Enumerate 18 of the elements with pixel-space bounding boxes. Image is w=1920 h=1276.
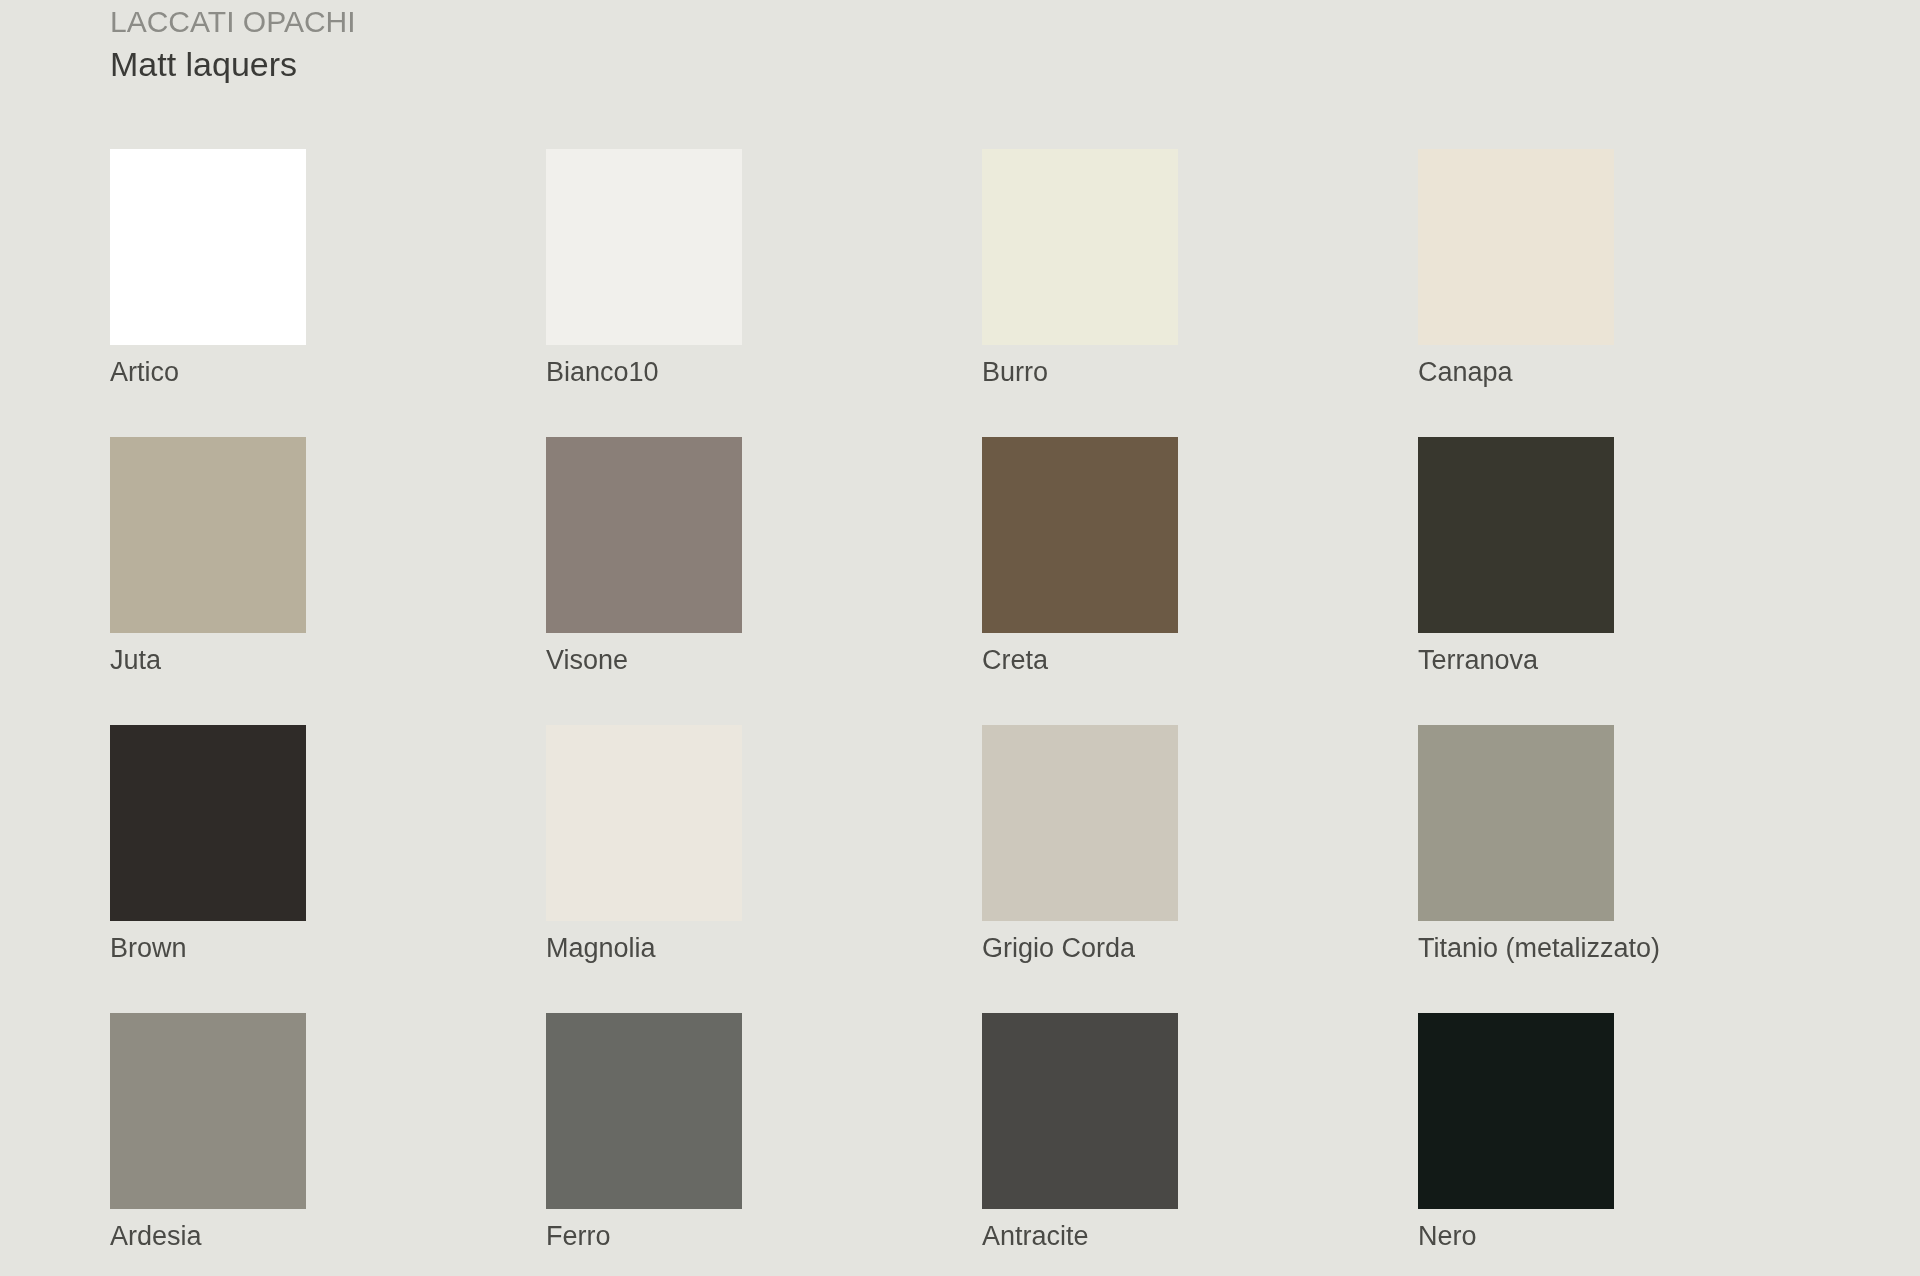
swatch-label: Magnolia <box>546 933 656 963</box>
swatch-label: Terranova <box>1418 645 1539 675</box>
swatch-label: Canapa <box>1418 357 1513 387</box>
swatch-label: Bianco10 <box>546 357 659 387</box>
swatch-label: Creta <box>982 645 1049 675</box>
swatch-label: Ferro <box>546 1221 611 1251</box>
swatch-label: Titanio (metalizzato) <box>1418 933 1661 963</box>
swatch-label: Visone <box>546 645 629 675</box>
swatch-label: Grigio Corda <box>982 933 1136 963</box>
swatch-label: Nero <box>1418 1221 1477 1251</box>
swatch-label: Brown <box>110 933 187 963</box>
swatch-label: Juta <box>110 645 162 675</box>
swatch-label: Antracite <box>982 1221 1089 1251</box>
swatch-label: Burro <box>982 357 1049 387</box>
swatch-label: Ardesia <box>110 1221 202 1251</box>
swatch-label: Artico <box>110 357 180 387</box>
section-title: LACCATI OPACHI <box>110 4 356 40</box>
section-subtitle: Matt laquers <box>110 44 298 85</box>
